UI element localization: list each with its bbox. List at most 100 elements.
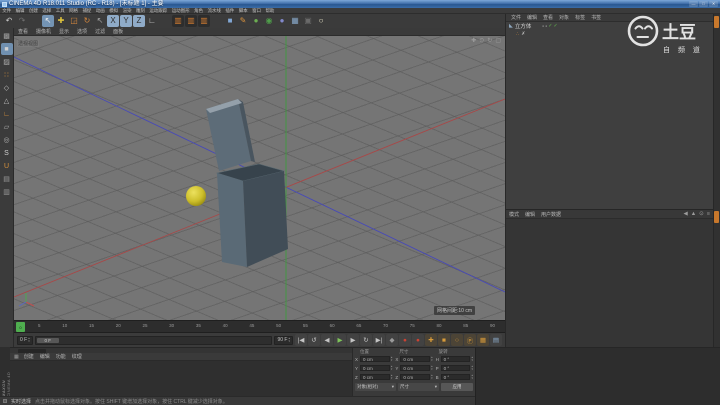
layout-tab-icon[interactable] [714,16,719,28]
apply-button[interactable]: 应用 [441,383,473,391]
autokeying-button[interactable]: ● [399,334,411,346]
object-tags-row[interactable]: ∴ ✗ [506,30,713,38]
key-scale-button[interactable]: ■ [438,334,450,346]
spinner-arrows-icon[interactable]: ▴▾ [431,374,433,379]
goto-prev-key-button[interactable]: ↺ [308,334,320,346]
edges-mode-icon[interactable]: ◇ [1,82,13,94]
key-pla-button[interactable]: ▦ [477,334,489,346]
menu-item[interactable]: 角色 [192,8,205,13]
timeline-slider-thumb[interactable]: 0 F [37,338,59,343]
toolbar-spacer[interactable] [29,15,41,27]
spinner-arrows-icon[interactable]: ▴▾ [471,374,473,379]
menu-item[interactable]: 动画 [94,8,107,13]
camera-icon[interactable]: ▣ [302,15,314,27]
object-name[interactable]: 立方体 [515,22,532,30]
spinner-arrows-icon[interactable]: ▴▾ [431,365,433,370]
menu-item[interactable]: 编辑 [13,8,26,13]
menu-item[interactable]: 插件 [223,8,236,13]
subdivision-surface-icon[interactable]: ● [250,15,262,27]
object-row-cube[interactable]: ◣ 立方体 ● ● ✓ ✓ [506,22,713,30]
render-visibility-dot[interactable]: ● [545,24,547,28]
viewport-menu-item[interactable]: 选项 [73,28,91,35]
goto-start-button[interactable]: |◀ [295,334,307,346]
move-icon[interactable]: ✚ [55,15,67,27]
menu-item[interactable]: 运动图形 [170,8,192,13]
menu-item[interactable]: 工具 [54,8,67,13]
lock-x-axis-icon[interactable]: X [107,15,119,27]
box-front-right-face[interactable] [243,171,288,267]
menu-item[interactable]: 选择 [40,8,53,13]
coordinate-input[interactable]: 0 cm [400,374,430,380]
nav-back-icon[interactable]: ◀ [683,211,687,217]
undo-icon[interactable]: ↶ [3,15,15,27]
spinner-arrows-icon[interactable]: ▴▾ [431,356,433,361]
last-tool-icon[interactable]: ↖ [94,15,106,27]
points-mode-icon[interactable]: ∷ [1,69,13,81]
enable-snap-icon[interactable]: S [1,147,13,159]
cube-primitive-icon[interactable]: ■ [224,15,236,27]
material-menu-item[interactable]: 创建 [21,353,37,360]
menu-item[interactable]: 捕捉 [80,8,93,13]
pan-view-icon[interactable]: ✚ [471,37,476,44]
window-button[interactable]: ✕ [709,1,718,7]
material-menu-item[interactable]: 编辑 [37,353,53,360]
object-manager-menu-item[interactable]: 标签 [572,14,588,21]
key-rotation-button[interactable]: ○ [451,334,463,346]
toggle-view-icon[interactable]: ▢ [495,37,501,44]
spinner-arrows-icon[interactable]: ▴▾ [391,365,393,370]
layout-tab-icon[interactable] [714,211,719,223]
polygons-mode-icon[interactable]: △ [1,95,13,107]
coordinate-input[interactable]: 0 ° [441,365,471,371]
workplane-mode-icon[interactable]: ▥ [1,186,13,198]
spinner-arrows-icon[interactable]: ▴▾ [288,337,290,342]
timeline-power-slider[interactable]: 0 F [35,336,273,345]
material-grid-icon[interactable]: ▦ [12,354,21,360]
menu-item[interactable]: 模拟 [107,8,120,13]
coordinate-system-icon[interactable]: ∟ [146,15,158,27]
menu-item[interactable]: 窗口 [250,8,263,13]
viewport-menu-item[interactable]: 面板 [109,28,127,35]
coordinate-input[interactable]: 0 cm [400,365,430,371]
timeline-playhead[interactable]: 0 [16,322,25,332]
make-editable-icon[interactable]: ▩ [1,30,13,42]
window-button[interactable]: □ [699,1,708,7]
coordinate-input[interactable]: 0 cm [400,356,430,362]
view-name-label[interactable]: 透视视图 [17,40,39,47]
goto-end-button[interactable]: ▶| [373,334,385,346]
point-selection-tag-icon[interactable]: ∴ [516,31,519,37]
search-icon[interactable]: ⊙ [699,211,704,217]
yellow-highlight-sphere[interactable] [186,186,206,206]
viewport-solo-icon[interactable]: ◎ [1,134,13,146]
spinner-arrows-icon[interactable]: ▴▾ [28,337,30,342]
attribute-tab[interactable]: 用户数据 [538,211,564,218]
nav-up-icon[interactable]: ▲ [691,211,696,217]
perspective-viewport[interactable]: 透视视图 ✚⊙↻▢ 网格间距:10 cm [14,36,505,320]
object-manager-menu-item[interactable]: 查看 [540,14,556,21]
scale-icon[interactable]: ◲ [68,15,80,27]
deformer-icon[interactable]: ◉ [263,15,275,27]
coordinate-input[interactable]: 0 cm [360,365,390,371]
prev-frame-button[interactable]: ◀ [321,334,333,346]
material-menu-item[interactable]: 纹理 [69,353,85,360]
editor-visibility-dot[interactable]: ● [542,24,544,28]
render-region-icon[interactable]: ▥ [185,15,197,27]
panel-menu-icon[interactable]: ≡ [707,211,710,217]
toolbar-spacer[interactable] [211,15,223,27]
enable-axis-icon[interactable]: ∟ [1,108,13,120]
menu-item[interactable]: 运动跟踪 [147,8,169,13]
coordinate-input[interactable]: 0 cm [360,374,390,380]
attribute-tab[interactable]: 模式 [506,211,522,218]
object-manager-menu-item[interactable]: 编辑 [524,14,540,21]
spinner-arrows-icon[interactable]: ▴▾ [471,365,473,370]
menu-item[interactable]: 脚本 [237,8,250,13]
locked-workplane-icon[interactable]: ▤ [1,173,13,185]
lock-y-axis-icon[interactable]: Y [120,15,132,27]
material-menu-item[interactable]: 功能 [53,353,69,360]
coordinate-input[interactable]: 0 cm [360,356,390,362]
viewport-menu-item[interactable]: 摄像机 [32,28,55,35]
menu-item[interactable]: 雕刻 [134,8,147,13]
window-button[interactable]: — [689,1,698,7]
spinner-arrows-icon[interactable]: ▴▾ [471,356,473,361]
coordinate-input[interactable]: 0 ° [441,374,471,380]
zoom-view-icon[interactable]: ⊙ [479,37,484,44]
